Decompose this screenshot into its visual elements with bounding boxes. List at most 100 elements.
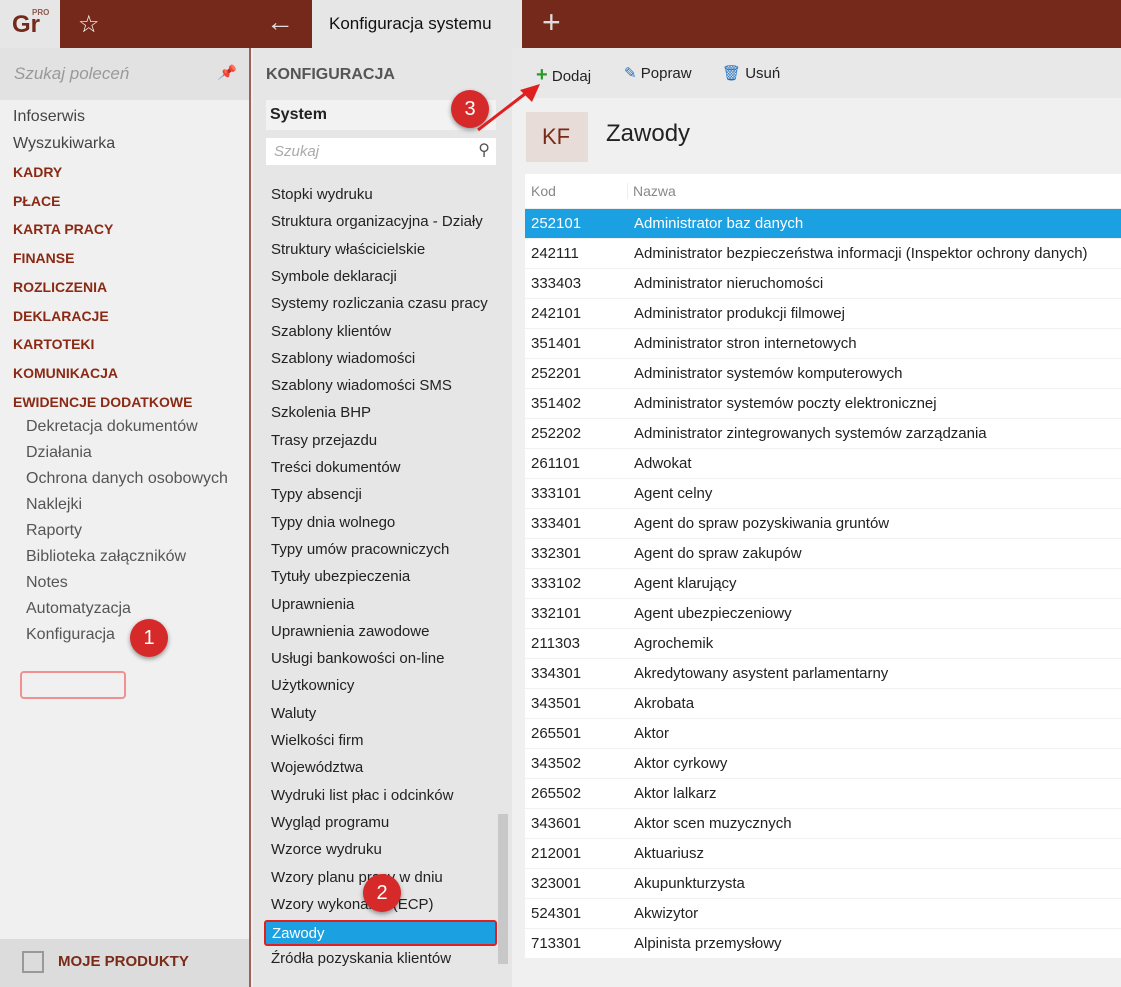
config-item[interactable]: Struktura organizacyjna - Działy [271, 213, 483, 230]
config-item-selected[interactable]: Zawody [264, 920, 497, 947]
table-row[interactable]: 333101 Agent celny [525, 479, 1121, 509]
sidebar-section[interactable]: KARTA PRACY [13, 221, 113, 237]
sidebar-subitem[interactable]: Notes [26, 574, 68, 592]
table-row[interactable]: 524301 Akwizytor [525, 899, 1121, 929]
delete-button[interactable]: 🗑 Usuń [722, 64, 780, 82]
table-row[interactable]: 333403 Administrator nieruchomości [525, 269, 1121, 299]
sidebar-section[interactable]: KARTOTEKI [13, 336, 94, 352]
app-logo[interactable]: Gr PRO [0, 0, 60, 48]
config-item[interactable]: Systemy rozliczania czasu pracy [271, 295, 488, 312]
scrollbar[interactable] [498, 814, 508, 964]
table-row[interactable]: 334301 Akredytowany asystent parlamentarn… [525, 659, 1121, 689]
config-item[interactable]: Wydruki list płac i odcinków [271, 787, 453, 804]
cell-kod: 265501 [531, 725, 582, 742]
sidebar-subitem[interactable]: Dekretacja dokumentów [26, 418, 198, 436]
config-item[interactable]: Wzory wykonania (ECP) [271, 896, 434, 913]
back-arrow-icon[interactable]: ← [266, 6, 294, 38]
search-icon[interactable]: ⚲ [478, 140, 490, 160]
table-header: Kod Nazwa [525, 174, 1121, 209]
table-row[interactable]: 242101 Administrator produkcji filmowej [525, 299, 1121, 329]
cell-kod: 323001 [531, 875, 582, 892]
config-item[interactable]: Uprawnienia zawodowe [271, 623, 429, 640]
table-row[interactable]: 242111 Administrator bezpieczeństwa infor… [525, 239, 1121, 269]
config-item[interactable]: Typy umów pracowniczych [271, 541, 449, 558]
sidebar-section[interactable]: KADRY [13, 164, 62, 180]
table-row[interactable]: 343501 Akrobata [525, 689, 1121, 719]
table-row[interactable]: 252101 Administrator baz danych [525, 209, 1121, 239]
cell-kod: 334301 [531, 665, 582, 682]
tab-konfiguracja-systemu[interactable]: Konfiguracja systemu [312, 0, 522, 48]
cell-nazwa: Aktor [634, 725, 670, 742]
config-item[interactable]: Tytuły ubezpieczenia [271, 568, 410, 585]
table-row[interactable]: 343502 Aktor cyrkowy [525, 749, 1121, 779]
config-item[interactable]: Wielkości firm [271, 732, 364, 749]
table-row[interactable]: 211303 Agrochemik [525, 629, 1121, 659]
config-item[interactable]: Użytkownicy [271, 677, 354, 694]
edit-button[interactable]: ✎ Popraw [624, 64, 692, 82]
sidebar-subitem[interactable]: Raporty [26, 522, 82, 540]
star-icon[interactable]: ☆ [78, 10, 100, 39]
config-item[interactable]: Szablony wiadomości SMS [271, 377, 452, 394]
table-row[interactable]: 332301 Agent do spraw zakupów [525, 539, 1121, 569]
table-row[interactable]: 333102 Agent klarujący [525, 569, 1121, 599]
sidebar-section[interactable]: EWIDENCJE DODATKOWE [13, 394, 192, 410]
table-row[interactable]: 212001 Aktuariusz [525, 839, 1121, 869]
sidebar-section[interactable]: DEKLARACJE [13, 308, 109, 324]
config-item[interactable]: Trasy przejazdu [271, 432, 377, 449]
config-item[interactable]: Symbole deklaracji [271, 268, 397, 285]
annotation-arrow [477, 84, 540, 132]
config-item[interactable]: Źródła pozyskania klientów [271, 950, 451, 967]
table-row[interactable]: 713301 Alpinista przemysłowy [525, 929, 1121, 959]
sidebar-section[interactable]: KOMUNIKACJA [13, 365, 118, 381]
table-row[interactable]: 252201 Administrator systemów komputerowy… [525, 359, 1121, 389]
table-row[interactable]: 351402 Administrator systemów poczty elek… [525, 389, 1121, 419]
table-row[interactable]: 265501 Aktor [525, 719, 1121, 749]
config-item[interactable]: Uprawnienia [271, 596, 354, 613]
config-item[interactable]: Struktury właścicielskie [271, 241, 425, 258]
config-item[interactable]: Stopki wydruku [271, 186, 373, 203]
table-row[interactable]: 333401 Agent do spraw pozyskiwania gruntó… [525, 509, 1121, 539]
config-item[interactable]: Województwa [271, 759, 363, 776]
config-search-input[interactable]: Szukaj ⚲ [266, 138, 496, 165]
column-kod[interactable]: Kod [531, 183, 556, 199]
new-tab-icon[interactable]: + [542, 4, 561, 41]
config-item[interactable]: Wzorce wydruku [271, 841, 382, 858]
sidebar-subitem[interactable]: Automatyzacja [26, 600, 131, 618]
sidebar-subitem[interactable]: Działania [26, 444, 92, 462]
cell-nazwa: Akrobata [634, 695, 695, 712]
sidebar-subitem[interactable]: Ochrona danych osobowych [26, 470, 228, 488]
table-row[interactable]: 323001 Akupunkturzysta [525, 869, 1121, 899]
config-item[interactable]: Wzory planu pracy w dniu [271, 869, 443, 886]
table-row[interactable]: 332101 Agent ubezpieczeniowy [525, 599, 1121, 629]
config-item[interactable]: Szablony wiadomości [271, 350, 415, 367]
config-item[interactable]: Szablony klientów [271, 323, 391, 340]
sidebar-item[interactable]: Wyszukiwarka [13, 135, 115, 153]
professions-table: Kod Nazwa 252101 Administrator baz danych… [525, 174, 1121, 959]
annotation-badge-1: 1 [130, 619, 168, 657]
sidebar-section[interactable]: FINANSE [13, 250, 74, 266]
sidebar-section[interactable]: PŁACE [13, 193, 60, 209]
config-item[interactable]: Waluty [271, 705, 316, 722]
sidebar-item[interactable]: Infoserwis [13, 108, 85, 126]
table-row[interactable]: 261101 Adwokat [525, 449, 1121, 479]
table-row[interactable]: 252202 Administrator zintegrowanych syste… [525, 419, 1121, 449]
config-item[interactable]: Wygląd programu [271, 814, 389, 831]
config-item[interactable]: Typy dnia wolnego [271, 514, 395, 531]
config-item[interactable]: Szkolenia BHP [271, 404, 371, 421]
sidebar-subitem[interactable]: Biblioteka załączników [26, 548, 186, 566]
table-row[interactable]: 351401 Administrator stron internetowych [525, 329, 1121, 359]
cell-nazwa: Agent celny [634, 485, 713, 502]
config-item[interactable]: Treści dokumentów [271, 459, 401, 476]
sidebar-section[interactable]: ROZLICZENIA [13, 279, 107, 295]
table-row[interactable]: 343601 Aktor scen muzycznych [525, 809, 1121, 839]
config-item[interactable]: Usługi bankowości on-line [271, 650, 444, 667]
config-item[interactable]: Typy absencji [271, 486, 362, 503]
command-search-input[interactable]: Szukaj poleceń 📌 [0, 48, 249, 100]
pin-icon[interactable]: 📌 [218, 64, 235, 81]
sidebar-subitem[interactable]: Konfiguracja [26, 626, 115, 644]
column-nazwa[interactable]: Nazwa [627, 183, 676, 199]
table-row[interactable]: 265502 Aktor lalkarz [525, 779, 1121, 809]
sidebar-subitem[interactable]: Naklejki [26, 496, 82, 514]
cell-kod: 332301 [531, 545, 582, 562]
my-products-button[interactable]: MOJE PRODUKTY [0, 939, 249, 987]
